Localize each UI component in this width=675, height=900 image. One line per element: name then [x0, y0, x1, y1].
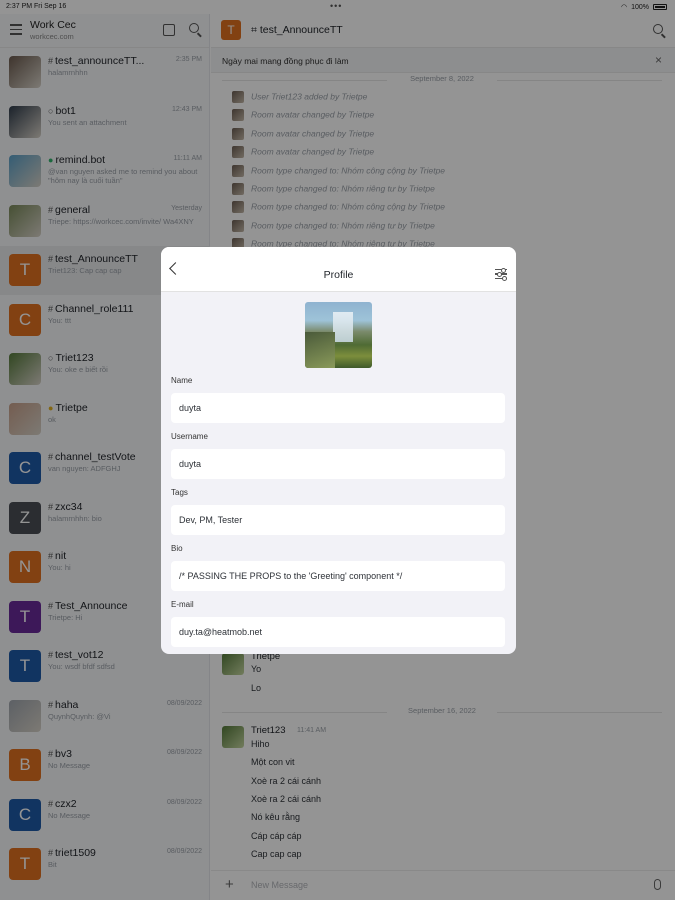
profile-field-input[interactable]: /* PASSING THE PROPS to the 'Greeting' c…: [171, 561, 505, 591]
field-label: Tags: [171, 488, 188, 497]
profile-field-input[interactable]: duy.ta@heatmob.net: [171, 617, 505, 647]
field-label: E-mail: [171, 600, 194, 609]
field-label: Username: [171, 432, 208, 441]
profile-avatar-image[interactable]: [305, 302, 372, 368]
modal-header: Profile: [161, 247, 516, 292]
field-label: Bio: [171, 544, 183, 553]
profile-field-input[interactable]: duyta: [171, 393, 505, 423]
profile-field-input[interactable]: Dev, PM, Tester: [171, 505, 505, 535]
field-label: Name: [171, 376, 193, 385]
sliders-icon[interactable]: [495, 267, 507, 283]
modal-title: Profile: [323, 269, 354, 281]
profile-field-input[interactable]: duyta: [171, 449, 505, 479]
profile-modal: Profile Name duyta Username duyta Tags Dev, P…: [161, 247, 516, 654]
